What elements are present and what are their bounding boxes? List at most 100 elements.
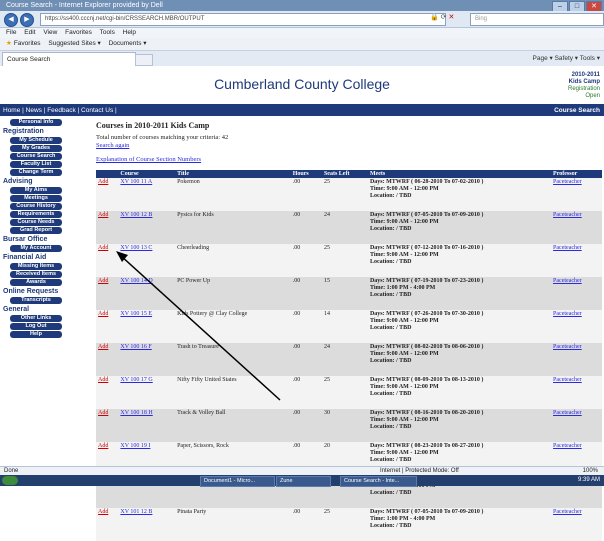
- menu-edit[interactable]: Edit: [24, 29, 35, 36]
- taskbar-item-zune[interactable]: Zune: [276, 476, 331, 487]
- sidebar-item-other-links[interactable]: Other Links: [10, 315, 62, 322]
- sidebar-item-transcripts[interactable]: Transcripts: [10, 297, 62, 304]
- add-cell: Add: [96, 409, 119, 442]
- sidebar-item-faculty-list[interactable]: Faculty List: [10, 161, 62, 168]
- professor-link[interactable]: Paceteacher: [553, 410, 582, 416]
- seats-cell: 25: [321, 244, 368, 277]
- favorites-button[interactable]: Favorites: [14, 40, 41, 47]
- hours-cell: .00: [290, 343, 322, 376]
- meets-days: Days: MTWRF ( 06-28-2010 To 07-02-2010 ): [369, 179, 484, 185]
- add-course-link[interactable]: Add: [98, 311, 108, 317]
- explanation-link[interactable]: Explanation of Course Section Numbers: [96, 156, 604, 164]
- course-code-link[interactable]: XV 100 12 B: [120, 212, 152, 218]
- menu-view[interactable]: View: [43, 29, 57, 36]
- course-code-link[interactable]: XV 100 11 A: [120, 179, 152, 185]
- search-again-link[interactable]: Search again: [96, 142, 604, 150]
- course-code-link[interactable]: XV 100 14 D: [120, 278, 152, 284]
- professor-link[interactable]: Paceteacher: [553, 509, 582, 515]
- sidebar-item-received-items[interactable]: Received Items: [10, 271, 62, 278]
- course-code-link[interactable]: XV 100 19 I: [120, 443, 150, 449]
- add-course-link[interactable]: Add: [98, 179, 108, 185]
- sidebar-item-my-account[interactable]: My Account: [10, 245, 62, 252]
- meets-time: Time: 1:00 PM - 4:00 PM: [369, 285, 436, 291]
- professor-link[interactable]: Paceteacher: [553, 179, 582, 185]
- stop-icon[interactable]: ✕: [449, 14, 455, 21]
- title-cell: Pokemon: [175, 178, 291, 211]
- sidebar-item-course-needs[interactable]: Course Needs: [10, 219, 62, 226]
- meets-location: Location: / TBD: [369, 523, 412, 529]
- sidebar-item-change-term[interactable]: Change Term: [10, 169, 62, 176]
- meets-location: Location: / TBD: [369, 325, 412, 331]
- professor-link[interactable]: Paceteacher: [553, 245, 582, 251]
- start-button[interactable]: [2, 476, 18, 485]
- add-course-link[interactable]: Add: [98, 443, 108, 449]
- site-nav: Home | News | Feedback | Contact Us | Co…: [0, 106, 604, 116]
- meets-time: Time: 9:00 AM - 12:00 PM: [369, 351, 439, 357]
- sidebar-item-missing-items[interactable]: Missing Items: [10, 263, 62, 270]
- sidebar-item-my-schedule[interactable]: My Schedule: [10, 137, 62, 144]
- sidebar-item-my-aims[interactable]: My Aims: [10, 187, 62, 194]
- add-course-link[interactable]: Add: [98, 509, 108, 515]
- course-code-link[interactable]: XV 100 17 G: [120, 377, 152, 383]
- sidebar-item-grad-report[interactable]: Grad Report: [10, 227, 62, 234]
- documents-link[interactable]: Documents ▾: [109, 40, 147, 47]
- forward-icon[interactable]: ▶: [20, 13, 34, 27]
- menu-tools[interactable]: Tools: [100, 29, 115, 36]
- menu-favorites[interactable]: Favorites: [65, 29, 92, 36]
- menu-help[interactable]: Help: [123, 29, 136, 36]
- professor-link[interactable]: Paceteacher: [553, 377, 582, 383]
- add-cell: Add: [96, 376, 119, 409]
- sidebar-item-log-out[interactable]: Log Out: [10, 323, 62, 330]
- menu-file[interactable]: File: [6, 29, 16, 36]
- taskbar-item-word[interactable]: Document1 - Micro...: [200, 476, 275, 487]
- tab-course-search[interactable]: Course Search: [2, 52, 136, 67]
- professor-link[interactable]: Paceteacher: [553, 443, 582, 449]
- hours-cell: .00: [290, 409, 322, 442]
- suggested-sites-link[interactable]: Suggested Sites ▾: [48, 40, 100, 47]
- address-bar[interactable]: https://ss400.cccnj.net/cgi-bin/CRSSEARC…: [40, 13, 446, 26]
- sidebar-item-help[interactable]: Help: [10, 331, 62, 338]
- add-course-link[interactable]: Add: [98, 278, 108, 284]
- taskbar-item-ie[interactable]: Course Search - Inte...: [340, 476, 417, 487]
- course-code-link[interactable]: XV 100 13 C: [120, 245, 152, 251]
- add-course-link[interactable]: Add: [98, 377, 108, 383]
- meets-location: Location: / TBD: [369, 193, 412, 199]
- meets-time: Time: 9:00 AM - 12:00 PM: [369, 417, 439, 423]
- professor-link[interactable]: Paceteacher: [553, 344, 582, 350]
- seats-cell: 14: [321, 310, 368, 343]
- command-bar[interactable]: Page ▾ Safety ▾ Tools ▾: [533, 54, 600, 62]
- course-cell: XV 100 18 H: [118, 409, 176, 442]
- sidebar-item-meetings[interactable]: Meetings: [10, 195, 62, 202]
- sidebar-item-course-history[interactable]: Course History: [10, 203, 62, 210]
- professor-link[interactable]: Paceteacher: [553, 212, 582, 218]
- add-cell: Add: [96, 211, 119, 244]
- title-cell: PC Power Up: [175, 277, 291, 310]
- favorites-star-icon[interactable]: ★: [6, 40, 12, 47]
- professor-link[interactable]: Paceteacher: [553, 278, 582, 284]
- course-code-link[interactable]: XV 100 16 F: [120, 344, 151, 350]
- professor-link[interactable]: Paceteacher: [553, 311, 582, 317]
- title-cell: Nifty Fifty United States: [175, 376, 291, 409]
- sidebar-item-course-search[interactable]: Course Search: [10, 153, 62, 160]
- sidebar-item-requirements[interactable]: Requirements: [10, 211, 62, 218]
- add-course-link[interactable]: Add: [98, 344, 108, 350]
- course-code-link[interactable]: XV 101 12 B: [120, 509, 152, 515]
- sidebar-item-personal-info[interactable]: Personal Info: [10, 119, 62, 126]
- site-nav-links[interactable]: Home | News | Feedback | Contact Us |: [3, 106, 117, 116]
- sidebar-item-my-grades[interactable]: My Grades: [10, 145, 62, 152]
- course-code-link[interactable]: XV 100 18 H: [120, 410, 152, 416]
- back-icon[interactable]: ◀: [4, 13, 18, 27]
- seats-cell: 30: [321, 409, 368, 442]
- refresh-icon[interactable]: ⟳: [441, 14, 447, 21]
- lock-icon[interactable]: 🔒: [430, 14, 439, 21]
- add-course-link[interactable]: Add: [98, 410, 108, 416]
- search-input[interactable]: Bing: [470, 13, 604, 26]
- add-course-link[interactable]: Add: [98, 245, 108, 251]
- table-row: Add XV 100 13 C Cheerleading .00 25 Days: MTW…: [96, 244, 602, 277]
- window-title: Course Search - Internet Explorer provid…: [6, 2, 163, 9]
- add-course-link[interactable]: Add: [98, 212, 108, 218]
- new-tab-button[interactable]: [135, 54, 153, 66]
- course-code-link[interactable]: XV 100 15 E: [120, 311, 152, 317]
- sidebar-item-awards[interactable]: Awards: [10, 279, 62, 286]
- meets-days: Days: MTWRF ( 07-19-2010 To 07-23-2010 ): [369, 278, 484, 284]
